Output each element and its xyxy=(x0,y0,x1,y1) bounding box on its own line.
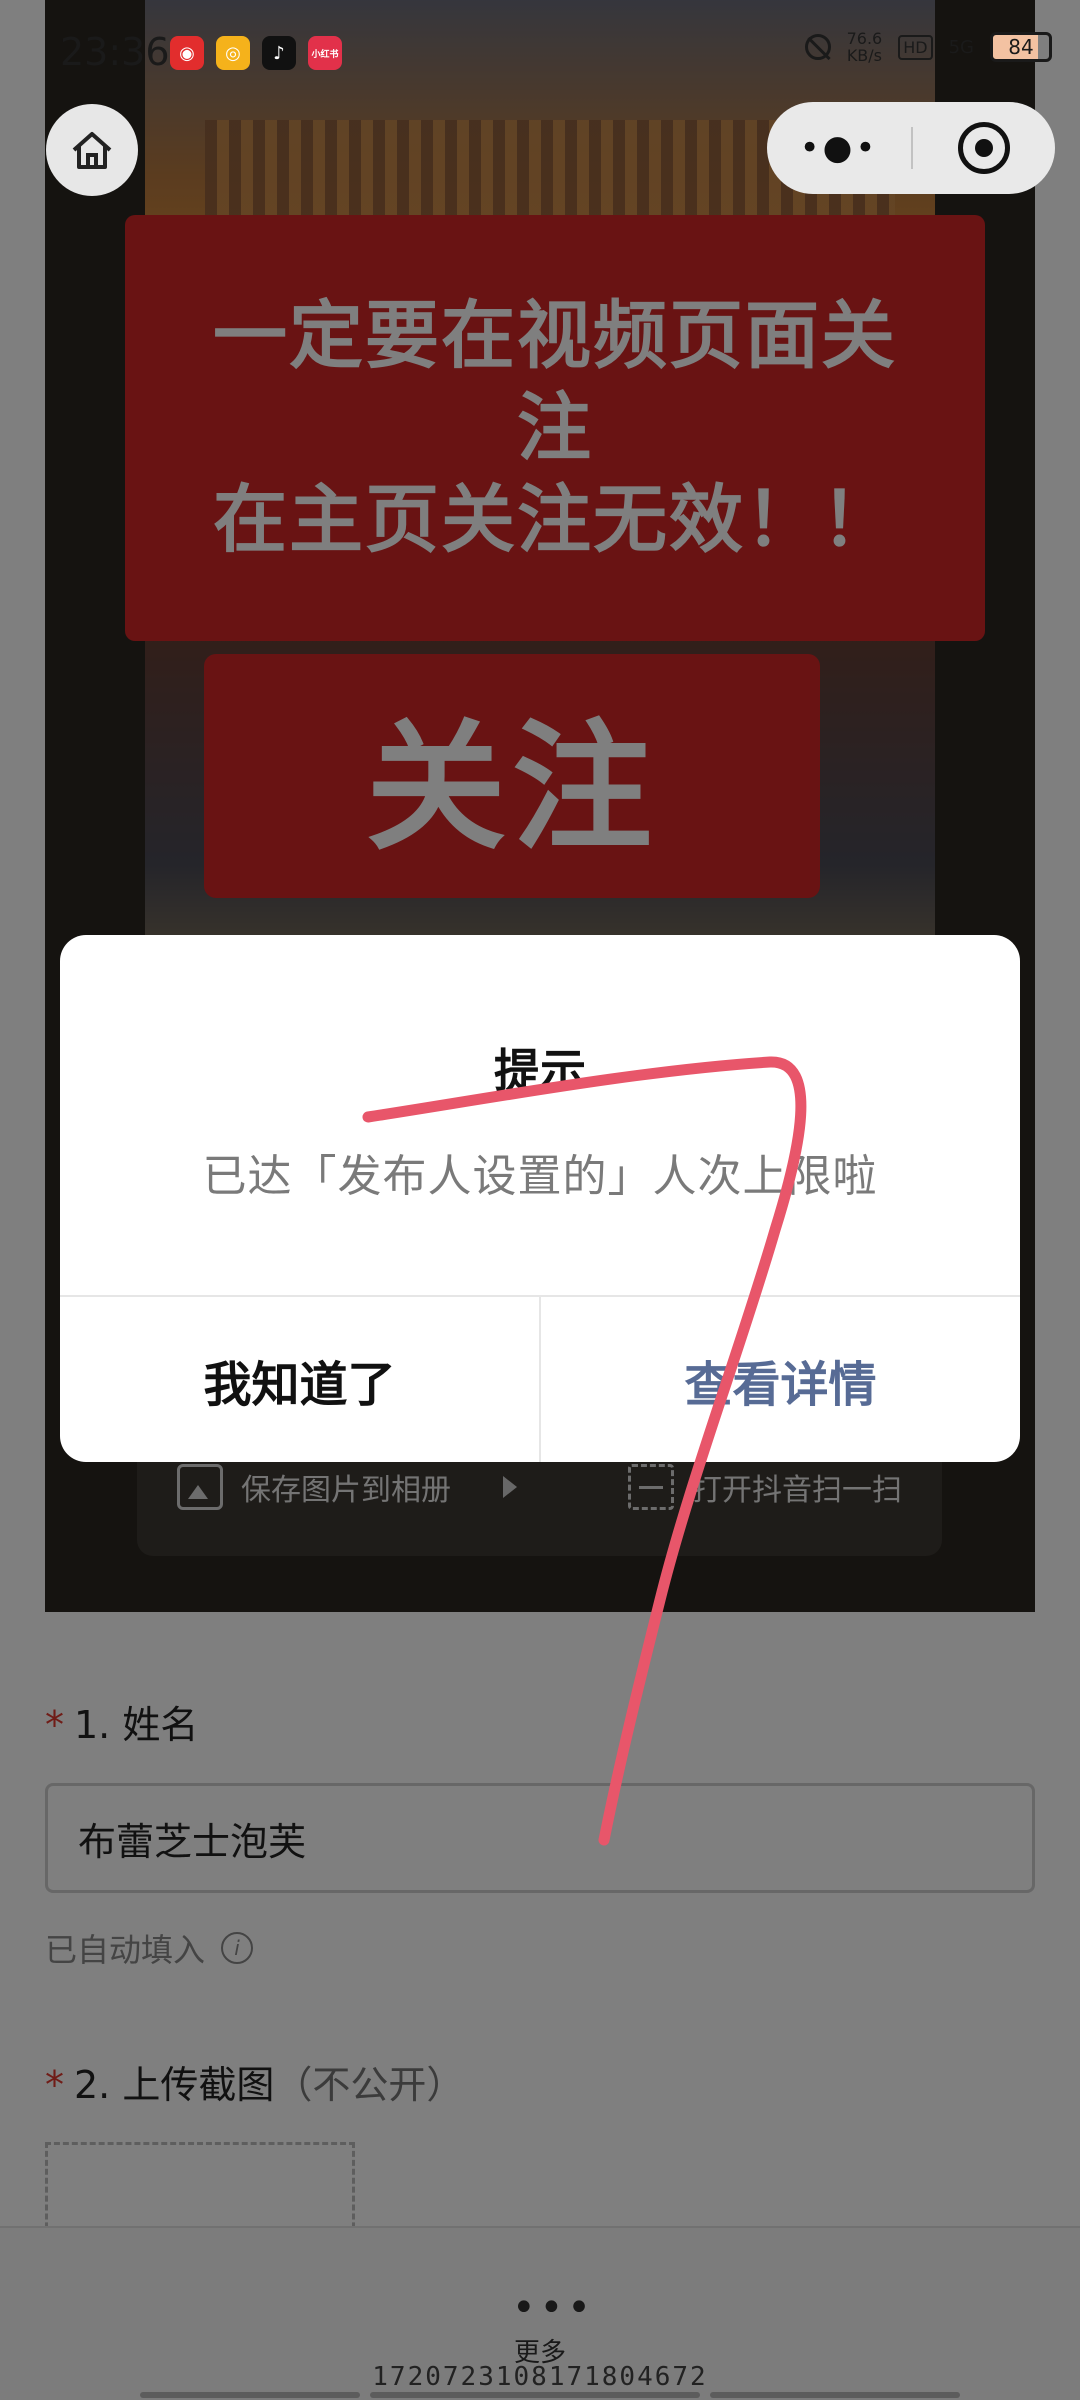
more-menu-icon[interactable]: •●• xyxy=(767,131,911,165)
signal-icon: 5G xyxy=(948,36,974,58)
home-icon xyxy=(72,132,112,169)
netease-music-icon: ◉ xyxy=(170,36,204,70)
net-speed: 76.6 KB/s xyxy=(847,30,883,64)
clock: 23:36 xyxy=(60,30,170,74)
got-it-button[interactable]: 我知道了 xyxy=(60,1297,539,1462)
miniprogram-capsule: •●• xyxy=(767,102,1055,194)
hd-icon: HD xyxy=(898,34,933,60)
battery-level: 84 xyxy=(1008,35,1034,59)
mute-icon xyxy=(804,34,831,60)
dialog-message: 已达「发布人设置的」人次上限啦 xyxy=(202,1151,878,1202)
battery-icon: 84 xyxy=(990,32,1052,62)
status-bar: 23:36 ◉ ◎ ♪ 小红书 76.6 KB/s HD 5G 84 xyxy=(0,0,1080,106)
status-indicators: 76.6 KB/s HD 5G 84 xyxy=(804,30,1052,64)
net-speed-unit: KB/s xyxy=(846,46,883,65)
alert-dialog: 提示 已达「发布人设置的」人次上限啦 我知道了 查看详情 xyxy=(60,935,1020,1462)
target-icon xyxy=(958,122,1010,174)
weibo-icon: ◎ xyxy=(216,36,250,70)
xiaohongshu-icon: 小红书 xyxy=(308,36,342,70)
douyin-icon: ♪ xyxy=(262,36,296,70)
dialog-title: 提示 xyxy=(494,1044,586,1098)
home-button[interactable] xyxy=(46,104,138,196)
view-details-button[interactable]: 查看详情 xyxy=(541,1297,1020,1462)
close-miniprogram-button[interactable] xyxy=(913,122,1055,174)
